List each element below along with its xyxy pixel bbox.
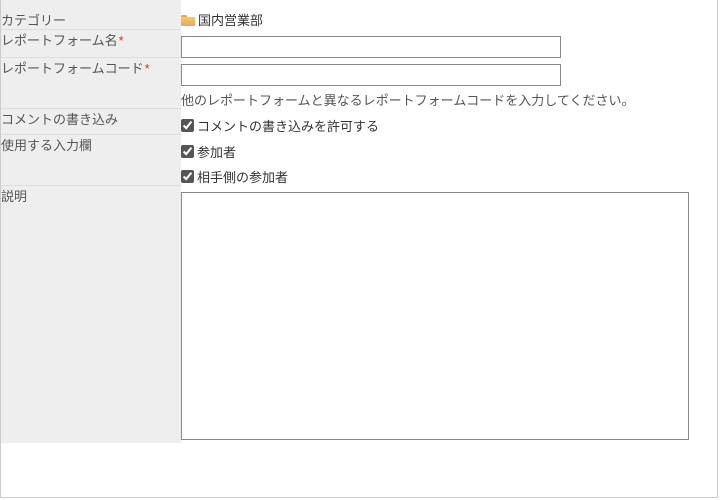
- value-description: [181, 186, 717, 443]
- label-form-name-text: レポートフォーム名: [1, 33, 118, 48]
- description-textarea[interactable]: [181, 192, 689, 440]
- other-participants-row: 相手側の参加者: [181, 167, 717, 186]
- form-code-helper: 他のレポートフォームと異なるレポートフォームコードを入力してください。: [181, 90, 717, 109]
- other-participants-label: 相手側の参加者: [197, 167, 288, 186]
- required-mark-form-name: *: [119, 33, 124, 48]
- value-form-name: [181, 30, 717, 58]
- value-inputs: 参加者 相手側の参加者: [181, 135, 717, 186]
- value-comment: コメントの書き込みを許可する: [181, 109, 717, 135]
- participants-checkbox[interactable]: [181, 145, 194, 158]
- value-form-code: 他のレポートフォームと異なるレポートフォームコードを入力してください。: [181, 58, 717, 109]
- label-category-text: カテゴリー: [1, 13, 66, 28]
- label-category: カテゴリー: [1, 0, 181, 30]
- label-description-text: 説明: [1, 189, 27, 204]
- label-description: 説明: [1, 186, 181, 443]
- label-form-code-text: レポートフォームコード: [1, 61, 144, 76]
- other-participants-checkbox[interactable]: [181, 170, 194, 183]
- participants-row: 参加者: [181, 142, 717, 161]
- form-table: カテゴリー 国内営業部 レポートフォーム名* レポートフォームコード* 他のレポ…: [1, 0, 717, 443]
- comment-allow-row: コメントの書き込みを許可する: [181, 116, 717, 135]
- form-code-input[interactable]: [181, 64, 561, 86]
- value-category: 国内営業部: [181, 0, 717, 30]
- label-comment: コメントの書き込み: [1, 109, 181, 135]
- comment-allow-checkbox[interactable]: [181, 119, 194, 132]
- label-comment-text: コメントの書き込み: [1, 112, 118, 127]
- folder-icon: [181, 15, 195, 26]
- form-container: カテゴリー 国内営業部 レポートフォーム名* レポートフォームコード* 他のレポ…: [0, 0, 718, 498]
- label-inputs-text: 使用する入力欄: [1, 138, 92, 153]
- comment-allow-label: コメントの書き込みを許可する: [197, 116, 379, 135]
- form-name-input[interactable]: [181, 36, 561, 58]
- category-value: 国内営業部: [198, 13, 263, 28]
- label-inputs: 使用する入力欄: [1, 135, 181, 186]
- label-form-name: レポートフォーム名*: [1, 30, 181, 58]
- required-mark-form-code: *: [145, 61, 150, 76]
- label-form-code: レポートフォームコード*: [1, 58, 181, 109]
- participants-label: 参加者: [197, 142, 236, 161]
